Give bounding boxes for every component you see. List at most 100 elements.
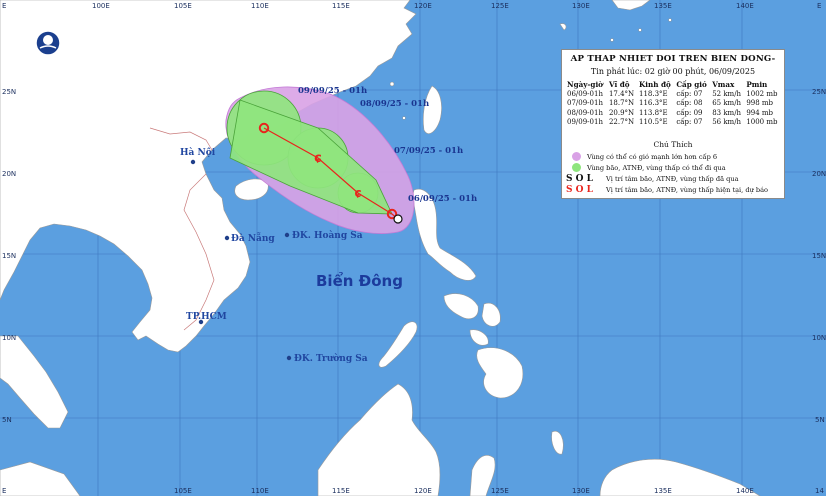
grid-right-1: 20N bbox=[812, 170, 826, 178]
cell: 1000 mb bbox=[746, 118, 778, 126]
cell: 20.9°N bbox=[608, 108, 635, 117]
corner-bl: E bbox=[2, 487, 6, 495]
table-row: 06/09-01h 17.4°N 118.3°E cấp: 07 52 km/h… bbox=[566, 90, 782, 100]
col-header: Cấp gió bbox=[676, 80, 707, 89]
cell: 22.7°N bbox=[608, 118, 635, 126]
grid-bottom-0: 105E bbox=[174, 487, 192, 495]
label-hanoi: Hà Nội bbox=[180, 147, 216, 158]
col-header: Kinh độ bbox=[639, 80, 671, 89]
cell: cấp: 07 bbox=[676, 118, 703, 126]
cell: 07/09-01h bbox=[567, 99, 603, 107]
cell: cấp: 08 bbox=[676, 99, 703, 107]
grid-right-0: 25N bbox=[812, 88, 826, 96]
track-label-06: 06/09/25 - 01h bbox=[408, 194, 477, 204]
bulletin-title: AP THAP NHIET DOI TREN BIEN DONG- bbox=[570, 54, 776, 64]
legend-text: Vùng bão, ATNĐ, vùng thấp có thể đi qua bbox=[587, 163, 726, 172]
cell: 09/09-01h bbox=[567, 118, 603, 126]
grid-top-2: 110E bbox=[251, 2, 269, 10]
corner-tr: E bbox=[817, 2, 821, 10]
cell: 113.8°E bbox=[639, 108, 668, 117]
col-header: Vmax bbox=[712, 80, 735, 89]
truongsa-marker bbox=[286, 355, 292, 361]
grid-right-3: 10N bbox=[812, 334, 826, 342]
cell: 998 mb bbox=[746, 99, 774, 107]
cell: 118.3°E bbox=[639, 89, 668, 98]
grid-top-1: 105E bbox=[174, 2, 192, 10]
table-row: 09/09-01h 22.7°N 110.5°E cấp: 07 56 km/h… bbox=[566, 118, 782, 128]
cell: 18.7°N bbox=[608, 99, 635, 107]
grid-left-2: 15N bbox=[2, 252, 16, 260]
grid-left-1: 20N bbox=[2, 170, 16, 178]
cell: 08/09-01h bbox=[567, 108, 603, 117]
legend-item-storm: Vùng bão, ATNĐ, vùng thấp có thể đi qua bbox=[572, 163, 726, 172]
legend-text: Vị trí tâm bão, ATNĐ, vùng thấp đã qua bbox=[606, 175, 739, 183]
legend-item-forecast: S O L Vị trí tâm bão, ATNĐ, vùng thấp hi… bbox=[566, 185, 768, 195]
grid-top-3: 115E bbox=[332, 2, 350, 10]
legend-item-past: S O L Vị trí tâm bão, ATNĐ, vùng thấp đã… bbox=[566, 174, 739, 184]
bulletin-panel: AP THAP NHIET DOI TREN BIEN DONG- Tin ph… bbox=[561, 49, 785, 199]
agency-logo bbox=[35, 30, 61, 56]
cell: 116.3°E bbox=[639, 99, 668, 107]
legend-title: Chú Thích bbox=[653, 140, 693, 149]
cell: 06/09-01h bbox=[567, 89, 603, 98]
corner-br: 14 bbox=[815, 487, 824, 495]
forecast-symbol-icon: S O L bbox=[566, 185, 593, 195]
label-danang: Đà Nẵng bbox=[231, 232, 275, 244]
grid-top-7: 135E bbox=[654, 2, 672, 10]
label-truongsa: ĐK. Trường Sa bbox=[294, 353, 368, 364]
forecast-position-07: ɕ bbox=[354, 186, 361, 200]
storm-zone-swatch bbox=[572, 163, 581, 172]
legend-text: Vùng có thể có gió mạnh lớn hơn cấp 6 bbox=[587, 152, 718, 161]
col-header: Ngày-giờ bbox=[567, 80, 603, 89]
grid-bottom-4: 125E bbox=[491, 487, 509, 495]
grid-left-4: 5N bbox=[2, 416, 12, 424]
grid-right-4: 5N bbox=[815, 416, 825, 424]
grid-top-5: 125E bbox=[491, 2, 509, 10]
hoangsa-marker bbox=[284, 232, 290, 238]
cell: 65 km/h bbox=[712, 99, 742, 107]
grid-top-0: 100E bbox=[92, 2, 110, 10]
grid-bottom-1: 110E bbox=[251, 487, 269, 495]
track-label-08: 08/09/25 - 01h bbox=[360, 99, 429, 109]
label-bien-dong: Biển Đông bbox=[316, 271, 403, 290]
corner-tl: E bbox=[2, 2, 6, 10]
danang-marker bbox=[224, 235, 230, 241]
cell: 994 mb bbox=[746, 108, 774, 117]
cell: 17.4°N bbox=[608, 89, 635, 98]
cell: 110.5°E bbox=[639, 118, 668, 126]
label-tphcm: TP.HCM bbox=[186, 312, 227, 322]
agency-line2: khí tượng thủy văn quốc gia bbox=[64, 46, 199, 57]
past-symbol-icon: S O L bbox=[566, 174, 593, 184]
col-header: Pmin bbox=[746, 80, 768, 89]
cell: 1002 mb bbox=[746, 89, 778, 98]
grid-bottom-6: 135E bbox=[654, 487, 672, 495]
cell: cấp: 09 bbox=[676, 108, 703, 117]
grid-top-6: 130E bbox=[572, 2, 590, 10]
bulletin-issued: Tin phát lúc: 02 giờ 00 phút, 06/09/2025 bbox=[590, 67, 756, 76]
grid-bottom-3: 120E bbox=[414, 487, 432, 495]
wind-zone-swatch bbox=[572, 152, 581, 161]
agency-line1: Trung tâm Dự báo bbox=[64, 34, 152, 45]
grid-left-0: 25N bbox=[2, 88, 16, 96]
grid-bottom-2: 115E bbox=[332, 487, 350, 495]
grid-bottom-7: 140E bbox=[736, 487, 754, 495]
svg-text:ɕ: ɕ bbox=[314, 151, 322, 166]
track-label-09: 09/09/25 - 01h bbox=[298, 86, 367, 96]
grid-right-2: 15N bbox=[812, 252, 826, 260]
svg-text:ɕ: ɕ bbox=[354, 186, 361, 200]
cell: 83 km/h bbox=[712, 108, 742, 117]
legend-text: Vị trí tâm bão, ATNĐ, vùng thấp hiện tại… bbox=[606, 186, 769, 194]
track-label-07: 07/09/25 - 01h bbox=[394, 146, 463, 156]
label-hoangsa: ĐK. Hoàng Sa bbox=[292, 230, 363, 241]
table-row: 08/09-01h 20.9°N 113.8°E cấp: 09 83 km/h… bbox=[566, 109, 782, 119]
forecast-position-08: ɕ bbox=[314, 151, 322, 166]
legend-item-wind: Vùng có thể có gió mạnh lớn hơn cấp 6 bbox=[572, 152, 717, 161]
table-header-row: Ngày-giờ Vĩ độ Kinh độ Cấp gió Vmax Pmin bbox=[566, 80, 782, 90]
cell: 52 km/h bbox=[712, 89, 742, 98]
grid-top-8: 140E bbox=[736, 2, 754, 10]
grid-left-3: 10N bbox=[2, 334, 16, 342]
table-row: 07/09-01h 18.7°N 116.3°E cấp: 08 65 km/h… bbox=[566, 99, 782, 109]
cell: cấp: 07 bbox=[676, 89, 703, 98]
cell: 56 km/h bbox=[712, 118, 742, 126]
forecast-table: Ngày-giờ Vĩ độ Kinh độ Cấp gió Vmax Pmin… bbox=[566, 80, 782, 128]
